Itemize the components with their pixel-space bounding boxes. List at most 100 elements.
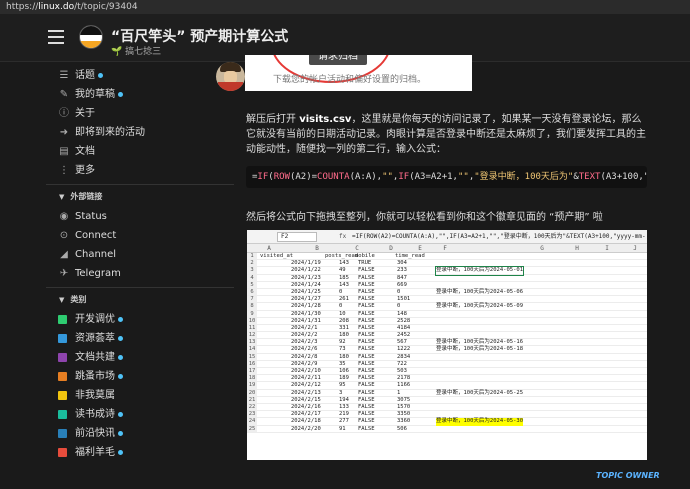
cell-posts: 143	[339, 281, 349, 288]
topic-category[interactable]: 🌱 搞七捻三	[111, 44, 161, 57]
link-icon: ✈	[59, 268, 69, 279]
section-categories[interactable]: ▼ 类别	[46, 290, 234, 310]
cell-date: 2024/2/20	[291, 425, 321, 432]
cell-posts: 180	[339, 353, 349, 360]
leaf-icon: 🌱	[111, 47, 123, 57]
cell-date: 2024/2/3	[291, 339, 318, 346]
sidebar-category-4[interactable]: 非我莫属	[46, 386, 234, 405]
sidebar-link-0[interactable]: ◉ Status	[46, 207, 234, 226]
sidebar-item-1[interactable]: ✎ 我的草稿	[46, 85, 234, 104]
cell-mobile: FALSE	[358, 425, 375, 432]
cell-mobile: FALSE	[358, 389, 375, 396]
url-host: linux.do	[38, 2, 75, 12]
site-logo[interactable]	[79, 25, 103, 49]
address-bar[interactable]: https://linux.do/t/topic/93404	[0, 0, 690, 14]
cell-mobile: FALSE	[358, 339, 375, 346]
cell-mobile: FALSE	[358, 332, 375, 339]
sidebar-item-label: 即将到来的活动	[75, 127, 145, 138]
cell-formula-result: 登录中断，100天后为2024-05-01	[434, 266, 525, 276]
unread-dot	[118, 430, 123, 436]
cell-time: 669	[397, 281, 407, 288]
category-square-icon	[58, 429, 67, 438]
sidebar-item-2[interactable]: ⓘ 关于	[46, 104, 234, 123]
cell-posts: 143	[339, 260, 349, 267]
category-label: 非我莫属	[75, 390, 115, 401]
cell-posts: 133	[339, 403, 349, 410]
sidebar-item-label: 文档	[75, 146, 95, 157]
table-row: 4 2024/1/23 185 FALSE 847	[247, 274, 647, 282]
sidebar-category-6[interactable]: 前沿快讯	[46, 424, 234, 443]
unread-dot	[118, 316, 123, 322]
cell-mobile: FALSE	[358, 281, 375, 288]
cell-posts: 91	[339, 425, 346, 432]
sidebar-item-label: 我的草稿	[75, 89, 115, 100]
sidebar-category-3[interactable]: 跳蚤市场	[46, 367, 234, 386]
table-row: 11 2024/2/1 331 FALSE 4184	[247, 324, 647, 333]
category-square-icon	[58, 334, 67, 343]
section-title: 类别	[70, 295, 87, 304]
cell-time: 503	[397, 368, 407, 374]
column-header: D	[389, 245, 393, 252]
cell-mobile: FALSE	[358, 411, 375, 418]
cell-mobile: FALSE	[358, 353, 375, 360]
section-external-links[interactable]: ▼ 外部链接	[46, 187, 234, 207]
cell-date: 2024/1/30	[291, 310, 321, 317]
cell-posts: 10	[339, 310, 346, 317]
cell-date: 2024/2/15	[291, 396, 321, 403]
hamburger-menu-icon[interactable]	[48, 30, 64, 44]
link-label: Status	[75, 211, 107, 222]
sidebar-item-icon: ☰	[59, 70, 69, 81]
sidebar-category-0[interactable]: 开发调优	[46, 310, 234, 329]
column-header: G	[540, 245, 544, 252]
unread-dot	[118, 91, 123, 97]
avatar[interactable]	[216, 62, 245, 91]
code-block[interactable]: =IF(ROW(A2)=COUNTA(A:A),"",IF(A3=A2+1,""…	[246, 166, 647, 188]
sidebar-category-2[interactable]: 文档共建	[46, 348, 234, 367]
table-row: 24 2024/2/18 277 FALSE 3360 登录中断，100天后为2024-0…	[247, 418, 647, 426]
sidebar-item-5[interactable]: ⋮ 更多	[46, 161, 234, 180]
cell-formula-result: 登录中断，100天后为2024-05-18	[436, 346, 524, 353]
sidebar-item-0[interactable]: ☰ 话题	[46, 66, 234, 85]
sidebar-category-5[interactable]: 读书成诗	[46, 405, 234, 424]
cell-mobile: FALSE	[358, 317, 375, 324]
cell-mobile: FALSE	[358, 375, 375, 382]
cell-mobile: FALSE	[358, 360, 375, 367]
sidebar-link-3[interactable]: ✈ Telegram	[46, 264, 234, 283]
post-paragraph-2: 然后将公式向下拖拽至整列，你就可以轻松看到你和这个徽章见面的 “预产期” 啦	[246, 212, 603, 223]
cell-time: 1	[397, 389, 401, 396]
sheet-header-cell: posts_read	[325, 253, 359, 259]
sidebar-item-4[interactable]: ▤ 文档	[46, 142, 234, 161]
url-path: /t/topic/93404	[74, 2, 138, 12]
cell-date: 2024/1/27	[291, 296, 321, 303]
sidebar-item-3[interactable]: ➜ 即将到来的活动	[46, 123, 234, 142]
column-header: J	[633, 245, 637, 252]
topic-title[interactable]: “百尺竿头” 预产期计算公式	[111, 26, 288, 46]
cell-date: 2024/1/24	[291, 281, 321, 288]
cell-posts: 208	[339, 317, 349, 324]
category-label: 搞七捻三	[125, 47, 162, 57]
column-header: E	[418, 245, 422, 252]
category-square-icon	[58, 353, 67, 362]
cell-date: 2024/2/13	[291, 389, 321, 396]
cell-posts: 3	[339, 389, 343, 396]
cell-formula-result: 登录中断，100天后为2024-05-30	[436, 418, 524, 426]
unread-dot	[118, 373, 123, 379]
category-label: 资源荟萃	[75, 333, 115, 344]
sidebar-item-icon: ➜	[59, 127, 69, 138]
cell-time: 3350	[397, 411, 411, 418]
cell-mobile: FALSE	[358, 303, 375, 310]
spreadsheet-screenshot: F2 fx =IF(ROW(A2)=COUNTA(A:A),"",IF(A3=A…	[247, 230, 647, 460]
post-paragraph-1: 解压后打开 visits.csv，这里就是你每天的访问记录了，如果某一天没有登录…	[246, 114, 646, 155]
cell-date: 2024/2/16	[291, 403, 321, 410]
archive-request-button-image: 请求归档	[309, 55, 367, 65]
unread-dot	[98, 72, 103, 78]
sidebar-category-7[interactable]: 福利羊毛	[46, 443, 234, 462]
sidebar-link-1[interactable]: ⊙ Connect	[46, 226, 234, 245]
cell-date: 2024/2/2	[291, 332, 318, 339]
table-row: 6 2024/1/25 0 FALSE 0 登录中断，100天后为2024-05-06	[247, 288, 647, 297]
cell-posts: 180	[339, 332, 349, 339]
cell-mobile: FALSE	[358, 310, 375, 317]
cell-time: 233	[397, 267, 407, 274]
sidebar-category-1[interactable]: 资源荟萃	[46, 329, 234, 348]
sidebar-link-2[interactable]: ◢ Channel	[46, 245, 234, 264]
